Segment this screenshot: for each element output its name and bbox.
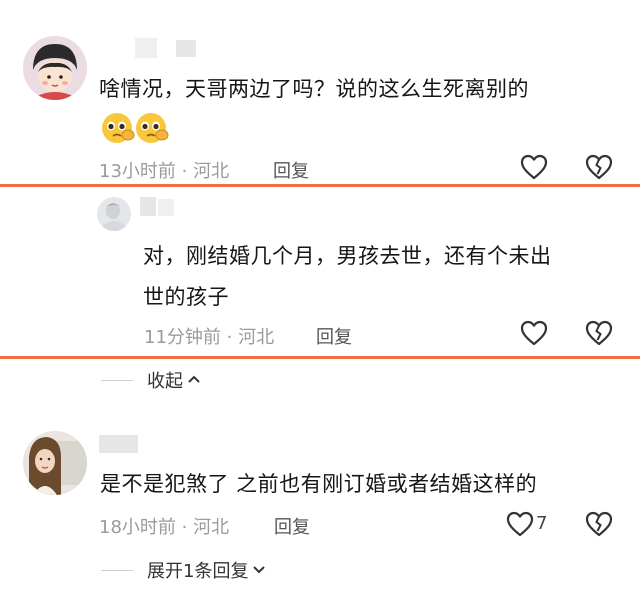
- highlight-border-top: [0, 184, 640, 187]
- comment-time-location: 13小时前 · 河北: [99, 161, 230, 182]
- collapse-replies-button[interactable]: 收起: [101, 367, 201, 393]
- avatar[interactable]: [97, 197, 131, 231]
- username-blurred[interactable]: [140, 197, 156, 216]
- reply-button[interactable]: 回复: [316, 323, 352, 349]
- pleading-face-emoji: [102, 113, 135, 143]
- reply-button[interactable]: 回复: [273, 157, 309, 183]
- comment-text: 是不是犯煞了 之前也有刚订婚或者结婚这样的: [100, 472, 538, 496]
- username-blurred[interactable]: [158, 199, 174, 216]
- broken-heart-icon[interactable]: [585, 511, 613, 537]
- chevron-down-icon: [252, 562, 266, 578]
- broken-heart-icon[interactable]: [585, 154, 613, 180]
- expand-label: 展开1条回复: [147, 561, 249, 582]
- divider-dash: [101, 379, 133, 381]
- reply-button[interactable]: 回复: [274, 513, 310, 539]
- divider-dash: [101, 569, 133, 571]
- comment-time-location: 18小时前 · 河北: [99, 517, 230, 538]
- highlight-border-bottom: [0, 356, 640, 359]
- expand-replies-button[interactable]: 展开1条回复: [101, 557, 266, 583]
- broken-heart-icon[interactable]: [585, 320, 613, 346]
- avatar[interactable]: [23, 36, 87, 100]
- heart-icon[interactable]: [520, 154, 548, 180]
- reply-text-line: 对，刚结婚几个月，男孩去世，还有个未出: [143, 244, 552, 268]
- username-blurred[interactable]: [99, 435, 138, 453]
- avatar-girl-photo-icon: [23, 431, 87, 495]
- avatar-cartoon-girl-icon: [23, 36, 87, 100]
- heart-icon[interactable]: [520, 320, 548, 346]
- avatar[interactable]: [23, 431, 87, 495]
- pleading-face-emoji: [136, 113, 169, 143]
- collapse-label: 收起: [147, 371, 183, 392]
- heart-icon[interactable]: [506, 511, 534, 537]
- username-blurred[interactable]: [135, 38, 157, 58]
- chevron-up-icon: [187, 372, 201, 388]
- reply-time-location: 11分钟前 · 河北: [144, 327, 275, 348]
- avatar-photo-icon: [97, 197, 131, 231]
- username-blurred[interactable]: [176, 40, 196, 57]
- like-count: 7: [536, 513, 548, 534]
- comment-text: 啥情况，天哥两边了吗？说的这么生死离别的: [99, 77, 529, 101]
- reply-text-line: 世的孩子: [143, 285, 229, 309]
